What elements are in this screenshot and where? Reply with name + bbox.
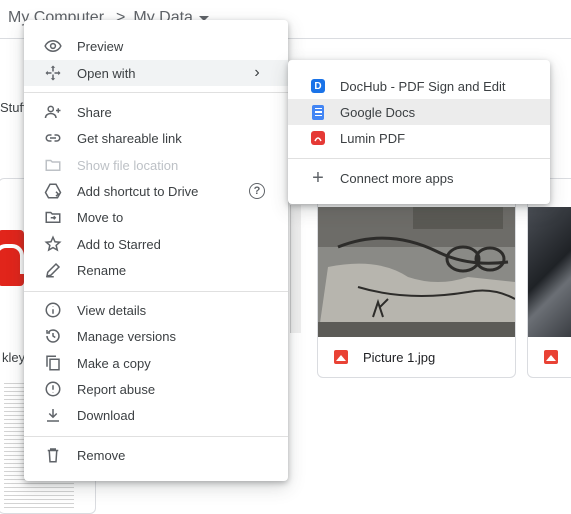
menu-item-preview[interactable]: Preview: [24, 33, 288, 59]
menu-item-share[interactable]: Share: [24, 99, 288, 125]
eye-icon: [44, 37, 62, 55]
folder-label[interactable]: Stuff: [0, 100, 27, 115]
help-icon[interactable]: ?: [248, 182, 266, 200]
menu-item-rename[interactable]: Rename: [24, 257, 288, 283]
submenu-item-google-docs[interactable]: Google Docs: [288, 99, 550, 125]
plus-icon: +: [312, 166, 324, 189]
menu-item-get-link[interactable]: Get shareable link: [24, 125, 288, 151]
menu-divider: [24, 436, 288, 437]
trash-icon: [44, 446, 62, 464]
menu-item-remove[interactable]: Remove: [24, 442, 288, 468]
download-icon: [44, 406, 62, 424]
person-add-icon: [44, 103, 62, 121]
menu-item-add-to-starred[interactable]: Add to Starred: [24, 231, 288, 257]
file-name-row-partial: [544, 347, 571, 367]
menu-item-view-details[interactable]: View details: [24, 297, 288, 323]
pencil-icon: [44, 261, 62, 279]
menu-item-download[interactable]: Download: [24, 402, 288, 428]
menu-item-make-copy[interactable]: Make a copy: [24, 350, 288, 376]
move-to-folder-icon: [44, 208, 62, 226]
dochub-icon: D: [310, 78, 326, 94]
move-arrows-icon: [44, 64, 62, 82]
history-icon: [44, 327, 62, 345]
info-icon: [44, 301, 62, 319]
context-menu: Preview Open with › Share Get shareable …: [24, 20, 288, 481]
link-icon: [44, 129, 62, 147]
report-icon: [44, 380, 62, 398]
motorcycle-thumbnail: [528, 207, 571, 337]
google-docs-icon: [310, 104, 326, 120]
menu-divider: [24, 92, 288, 93]
menu-item-manage-versions[interactable]: Manage versions: [24, 323, 288, 349]
image-file-icon: [544, 350, 558, 364]
menu-item-move-to[interactable]: Move to: [24, 204, 288, 230]
file-thumbnail-partial: [290, 205, 301, 333]
drive-shortcut-icon: [44, 182, 62, 200]
file-name-row: Picture 1.jpg: [334, 347, 435, 367]
menu-item-show-file-location: Show file location: [24, 152, 288, 178]
menu-item-add-shortcut[interactable]: Add shortcut to Drive ?: [24, 178, 288, 204]
file-card-picture-1[interactable]: Picture 1.jpg: [317, 178, 516, 378]
picture-thumbnail: [318, 207, 515, 337]
menu-divider: [24, 291, 288, 292]
copy-icon: [44, 354, 62, 372]
star-icon: [44, 235, 62, 253]
folder-icon: [44, 156, 62, 174]
pdf-app-icon: [0, 230, 24, 286]
submenu-item-dochub[interactable]: D DocHub - PDF Sign and Edit: [288, 73, 550, 99]
submenu-divider: [288, 158, 550, 159]
menu-item-report-abuse[interactable]: Report abuse: [24, 376, 288, 402]
lumin-pdf-icon: [310, 130, 326, 146]
open-with-submenu: D DocHub - PDF Sign and Edit Google Docs…: [288, 60, 550, 204]
menu-item-open-with[interactable]: Open with ›: [24, 60, 288, 86]
file-name: Picture 1.jpg: [363, 349, 436, 365]
chevron-right-icon: ›: [254, 64, 260, 81]
submenu-item-lumin-pdf[interactable]: Lumin PDF: [288, 125, 550, 151]
submenu-item-connect-more-apps[interactable]: + Connect more apps: [288, 165, 550, 191]
image-file-icon: [334, 350, 348, 364]
file-card-partial[interactable]: [527, 178, 571, 378]
